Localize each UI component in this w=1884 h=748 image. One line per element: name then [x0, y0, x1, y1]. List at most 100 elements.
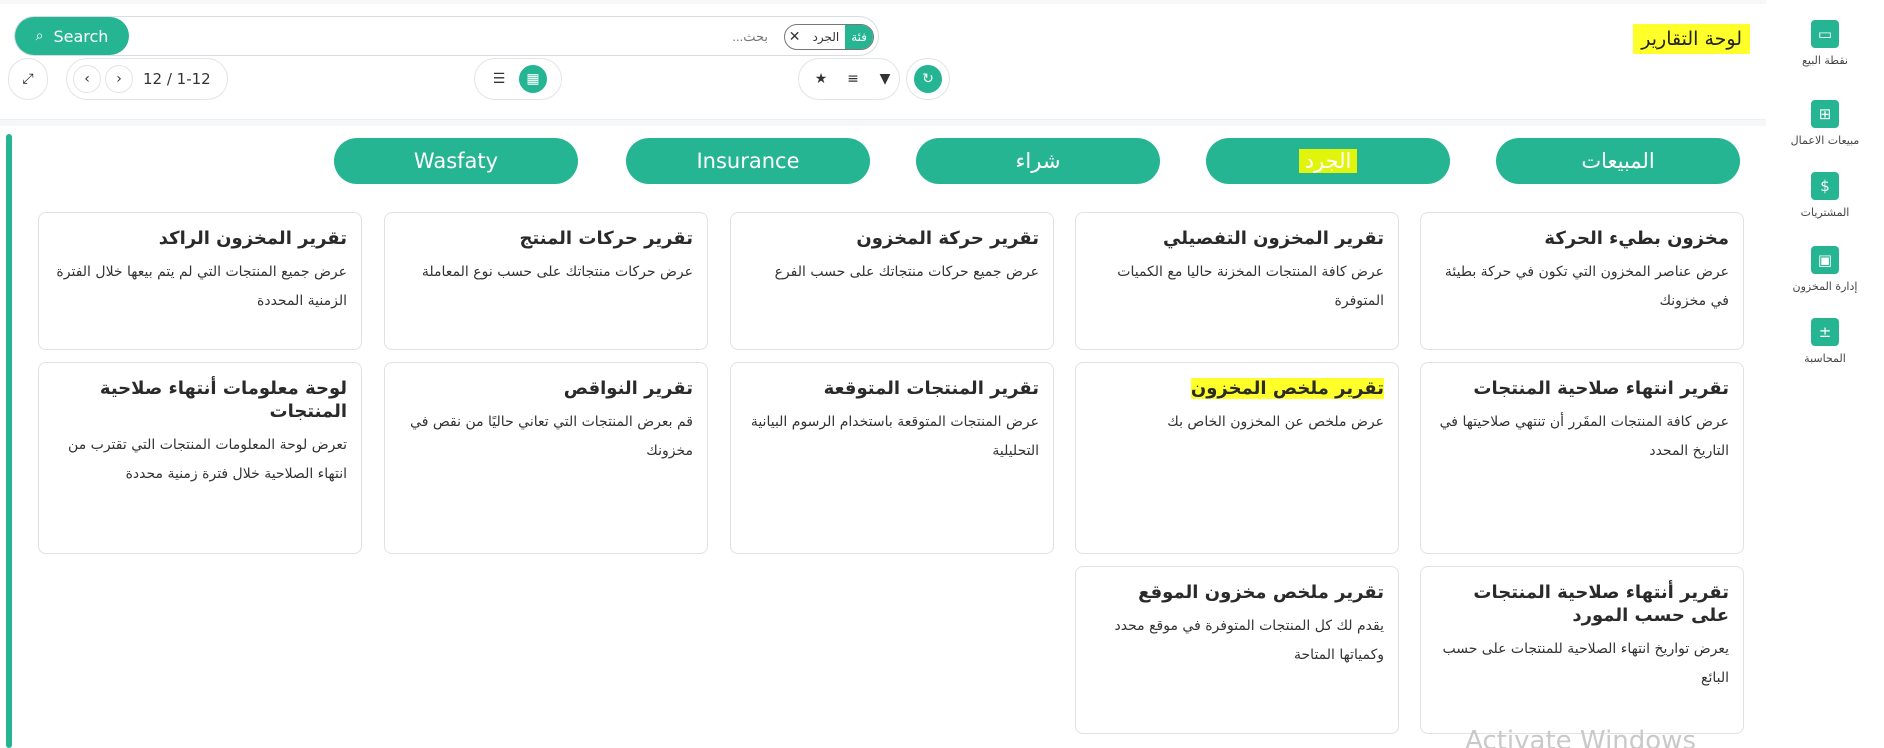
report-card[interactable]: تقرير أنتهاء صلاحية المنتجات على حسب الم… — [1420, 566, 1744, 734]
fullscreen-button[interactable]: ⤢ — [8, 58, 48, 100]
sidebar-item-accounting[interactable]: ± المحاسبة — [1766, 318, 1884, 365]
refresh-wrapper: ↻ — [906, 58, 950, 100]
chevron-right-icon: › — [116, 71, 122, 87]
refresh-button[interactable]: ↻ — [914, 65, 942, 93]
report-description: عرض حركات منتجاتك على حسب نوع المعاملة — [421, 264, 693, 280]
report-title: تقرير النواقص — [563, 378, 693, 399]
report-card[interactable]: مخزون بطيء الحركة عرض عناصر المخزون التي… — [1420, 212, 1744, 350]
report-title: مخزون بطيء الحركة — [1544, 228, 1729, 249]
category-label: شراء — [1015, 149, 1061, 173]
scrollbar[interactable] — [6, 134, 12, 748]
close-icon[interactable]: ✕ — [785, 25, 807, 49]
report-description: يقدم لك كل المنتجات المتوفرة في موقع محد… — [1114, 618, 1384, 663]
expand-icon: ⤢ — [22, 71, 34, 87]
search-facet: فئة الجرد ✕ — [783, 24, 874, 50]
report-card[interactable]: تقرير ملخص مخزون الموقع يقدم لك كل المنت… — [1075, 566, 1399, 734]
report-title: تقرير ملخص مخزون الموقع — [1138, 582, 1384, 603]
category-label: المبيعات — [1581, 149, 1655, 173]
sidebar: ▭ نقطة البيع ⊞ مبيعات الاعمال $ المشتريا… — [1766, 0, 1884, 748]
report-title: تقرير المخزون الراكد — [158, 228, 347, 249]
sidebar-item-label: المشتريات — [1800, 206, 1850, 219]
chevron-left-icon: ‹ — [84, 71, 90, 87]
filter-icon: ▼ — [879, 71, 891, 87]
report-description: عرض كافة المنتجات المخزنة حاليا مع الكمي… — [1117, 264, 1384, 309]
filter-button[interactable]: ▼ — [871, 65, 899, 93]
category-insurance-button[interactable]: Insurance — [626, 138, 870, 184]
monitor-icon: ▭ — [1811, 20, 1839, 48]
inventory-box-icon: ▣ — [1811, 246, 1839, 274]
pager-next-button[interactable]: › — [105, 65, 133, 93]
calculator-icon: ± — [1811, 318, 1839, 346]
pager: ‹ › 12 / 1-12 — [66, 58, 228, 100]
category-label: Insurance — [696, 149, 800, 173]
report-title: تقرير انتهاء صلاحية المنتجات — [1473, 378, 1729, 399]
pager-value[interactable]: 12 / 1-12 — [143, 70, 211, 88]
reports-dashboard: المبيعات الجرد شراء Insurance Wasfaty مخ… — [0, 126, 1766, 748]
report-card[interactable]: لوحة معلومات أنتهاء صلاحية المنتجات تعرض… — [38, 362, 362, 554]
activate-windows-watermark: Activate Windows — [1465, 726, 1696, 748]
report-card[interactable]: تقرير ملخص المخزون عرض ملخص عن المخزون ا… — [1075, 362, 1399, 554]
report-description: عرض جميع المنتجات التي لم يتم بيعها خلال… — [56, 264, 347, 309]
report-description: تعرض لوحة المعلومات المنتجات التي تقترب … — [68, 437, 347, 482]
kanban-view-button[interactable]: ▦ — [519, 65, 547, 93]
report-card[interactable]: تقرير المخزون التفصيلي عرض كافة المنتجات… — [1075, 212, 1399, 350]
search-button[interactable]: ⌕ Search — [15, 17, 129, 55]
sidebar-item-label: نقطة البيع — [1802, 54, 1848, 67]
report-title: تقرير أنتهاء صلاحية المنتجات على حسب الم… — [1473, 582, 1729, 626]
lines-icon: ≡ — [847, 71, 859, 87]
sidebar-item-label: إدارة المخزون — [1792, 280, 1858, 293]
facet-label: فئة — [845, 25, 873, 49]
report-card[interactable]: تقرير انتهاء صلاحية المنتجات عرض كافة ال… — [1420, 362, 1744, 554]
grid-icon: ▦ — [526, 71, 540, 87]
report-description: قم بعرض المنتجات التي تعاني حاليًا من نق… — [410, 414, 693, 459]
search-icon: ⌕ — [35, 28, 44, 44]
category-sales-button[interactable]: المبيعات — [1496, 138, 1740, 184]
report-description: عرض عناصر المخزون التي تكون في حركة بطيئ… — [1444, 264, 1729, 309]
refresh-icon: ↻ — [922, 71, 934, 87]
report-description: عرض جميع حركات منتجاتك على حسب الفرع — [774, 264, 1039, 280]
list-view-button[interactable]: ☰ — [485, 65, 513, 93]
category-label: Wasfaty — [413, 149, 499, 173]
pager-previous-button[interactable]: ‹ — [73, 65, 101, 93]
category-purchase-button[interactable]: شراء — [916, 138, 1160, 184]
search-input[interactable] — [145, 17, 778, 55]
control-panel: لوحة التقارير ⌕ Search فئة الجرد ✕ ⤢ ‹ ›… — [0, 4, 1766, 120]
search-bar: ⌕ Search فئة الجرد ✕ — [14, 16, 879, 56]
sidebar-item-business-sales[interactable]: ⊞ مبيعات الاعمال — [1766, 100, 1884, 147]
app-window: ▭ نقطة البيع ⊞ مبيعات الاعمال $ المشتريا… — [0, 0, 1884, 748]
report-title: تقرير ملخص المخزون — [1090, 377, 1384, 400]
report-description: عرض المنتجات المتوقعة باستخدام الرسوم ال… — [750, 414, 1039, 459]
report-title: تقرير المخزون التفصيلي — [1163, 228, 1384, 249]
report-title: تقرير حركة المخزون — [856, 228, 1039, 249]
category-wasfaty-button[interactable]: Wasfaty — [334, 138, 578, 184]
search-button-label: Search — [53, 26, 109, 46]
group-by-button[interactable]: ≡ — [839, 65, 867, 93]
sidebar-item-inventory[interactable]: ▣ إدارة المخزون — [1766, 246, 1884, 293]
sidebar-item-purchases[interactable]: $ المشتريات — [1766, 172, 1884, 219]
sidebar-item-label: مبيعات الاعمال — [1790, 134, 1860, 147]
report-title: لوحة معلومات أنتهاء صلاحية المنتجات — [99, 378, 347, 422]
report-card[interactable]: تقرير المخزون الراكد عرض جميع المنتجات ا… — [38, 212, 362, 350]
list-icon: ☰ — [492, 71, 506, 87]
report-title: تقرير المنتجات المتوقعة — [823, 378, 1039, 399]
category-label: الجرد — [1298, 149, 1358, 173]
search-options: ★ ≡ ▼ — [798, 58, 900, 100]
report-description: يعرض تواريخ انتهاء الصلاحية للمنتجات على… — [1442, 641, 1729, 686]
report-card[interactable]: تقرير حركة المخزون عرض جميع حركات منتجات… — [730, 212, 1054, 350]
star-icon: ★ — [814, 71, 828, 87]
report-card[interactable]: تقرير المنتجات المتوقعة عرض المنتجات الم… — [730, 362, 1054, 554]
category-inventory-button[interactable]: الجرد — [1206, 138, 1450, 184]
report-card[interactable]: تقرير النواقص قم بعرض المنتجات التي تعان… — [384, 362, 708, 554]
facet-value: الجرد — [812, 30, 840, 44]
favorites-button[interactable]: ★ — [807, 65, 835, 93]
sidebar-item-pos[interactable]: ▭ نقطة البيع — [1766, 20, 1884, 67]
page-title: لوحة التقارير — [1633, 24, 1750, 54]
highlighted-title: تقرير ملخص المخزون — [1190, 378, 1384, 399]
business-sales-icon: ⊞ — [1811, 100, 1839, 128]
report-description: عرض كافة المنتجات المقَرر أن تنتهي صلاحي… — [1439, 414, 1729, 459]
report-card[interactable]: تقرير حركات المنتج عرض حركات منتجاتك على… — [384, 212, 708, 350]
report-description: عرض ملخص عن المخزون الخاص بك — [1167, 414, 1384, 430]
view-switcher: ☰ ▦ — [474, 58, 562, 100]
sidebar-item-label: المحاسبة — [1804, 352, 1846, 365]
dollar-icon: $ — [1811, 172, 1839, 200]
